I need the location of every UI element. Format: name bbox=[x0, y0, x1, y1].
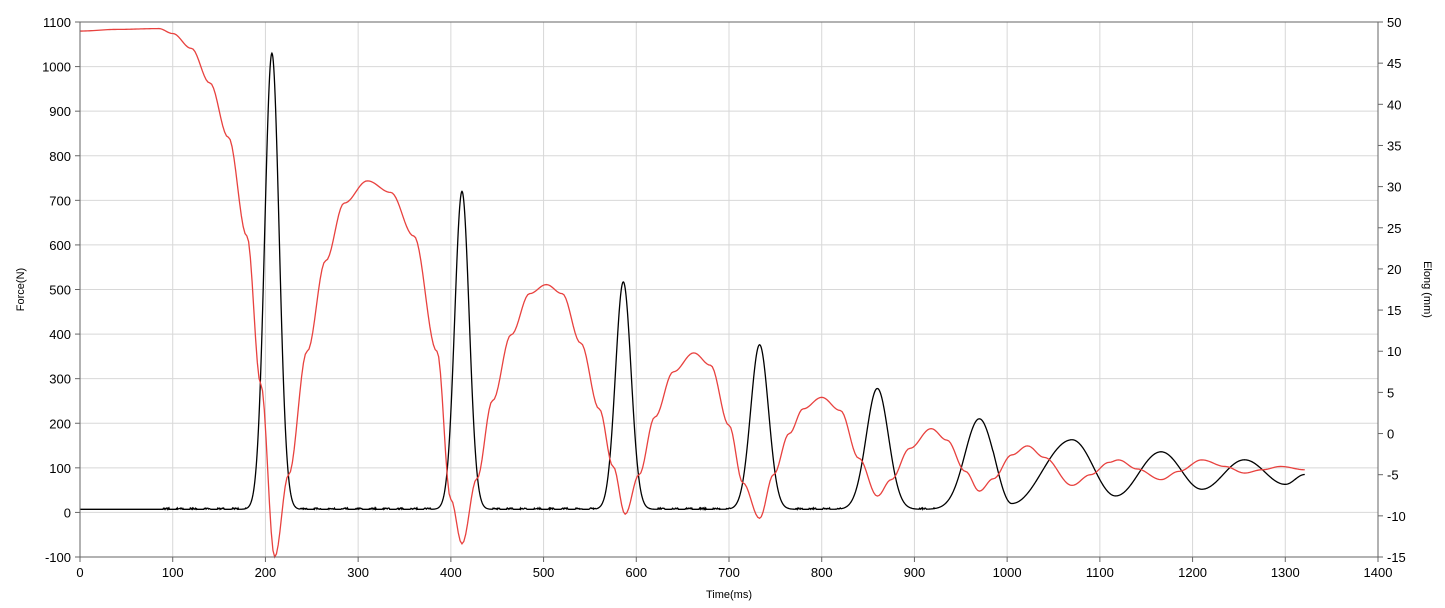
y-left-tick-label: -100 bbox=[45, 550, 71, 565]
y-right-tick-label: -15 bbox=[1387, 550, 1406, 565]
x-tick-label: 400 bbox=[440, 565, 462, 580]
y-left-tick-label: 1100 bbox=[43, 15, 71, 30]
y-left-tick-label: 0 bbox=[64, 505, 71, 520]
y-left-tick-label: 900 bbox=[49, 104, 71, 119]
x-tick-label: 800 bbox=[811, 565, 833, 580]
x-tick-label: 500 bbox=[533, 565, 555, 580]
y-right-tick-label: 30 bbox=[1387, 180, 1401, 195]
y-left-tick-label: 500 bbox=[49, 283, 71, 298]
x-tick-label: 0 bbox=[76, 565, 83, 580]
y-left-tick-label: 400 bbox=[49, 327, 71, 342]
series-layer bbox=[79, 27, 1305, 559]
x-tick-label: 1200 bbox=[1178, 565, 1207, 580]
y-axis-right-title: Elong (mm) bbox=[1421, 261, 1433, 318]
y-right-tick-label: 5 bbox=[1387, 385, 1394, 400]
y-right-tick-label: 20 bbox=[1387, 262, 1401, 277]
x-tick-label: 600 bbox=[625, 565, 647, 580]
force-series-line bbox=[80, 51, 1305, 511]
x-tick-label: 1100 bbox=[1086, 565, 1114, 580]
x-tick-label: 100 bbox=[162, 565, 184, 580]
chart-svg: 0 100 200 300 400 500 600 700 800 900 1000 1100 1200… bbox=[15, 15, 1433, 601]
y-right-tick-label: 25 bbox=[1387, 221, 1401, 236]
y-right-tick-label: 15 bbox=[1387, 303, 1401, 318]
x-tick-label: 1000 bbox=[993, 565, 1022, 580]
y-right-tick-label: 50 bbox=[1387, 15, 1401, 30]
chart: 0 100 200 300 400 500 600 700 800 900 1000 1100 1200… bbox=[0, 0, 1445, 608]
x-tick-label: 900 bbox=[904, 565, 926, 580]
y-right-tick-label: 45 bbox=[1387, 56, 1401, 71]
y-axis-left-title: Force(N) bbox=[15, 268, 27, 311]
y-right-tick-label: 35 bbox=[1387, 138, 1401, 153]
x-tick-label: 1300 bbox=[1271, 565, 1300, 580]
y-left-tick-label: 800 bbox=[49, 149, 71, 164]
y-left-tick-label: 700 bbox=[49, 193, 71, 208]
y-right-tick-label: -5 bbox=[1387, 468, 1399, 483]
y-right-tick-label: 40 bbox=[1387, 97, 1401, 112]
y-right-tick-label: -10 bbox=[1387, 509, 1406, 524]
x-axis-title: Time(ms) bbox=[706, 589, 752, 601]
y-left-tick-label: 100 bbox=[49, 461, 71, 476]
x-tick-label: 300 bbox=[347, 565, 369, 580]
y-right-tick-label: 0 bbox=[1387, 427, 1394, 442]
y-left-tick-label: 600 bbox=[49, 238, 71, 253]
y-left-tick-label: 1000 bbox=[42, 60, 71, 75]
grid bbox=[80, 22, 1378, 557]
y-left-tick-label: 200 bbox=[49, 416, 71, 431]
x-tick-label: 200 bbox=[255, 565, 277, 580]
y-right-tick-label: 10 bbox=[1387, 344, 1401, 359]
ticks: 0 100 200 300 400 500 600 700 800 900 1000 1100 1200… bbox=[42, 15, 1406, 580]
x-tick-label: 700 bbox=[718, 565, 740, 580]
y-left-tick-label: 300 bbox=[49, 372, 71, 387]
x-tick-label: 1400 bbox=[1364, 565, 1393, 580]
